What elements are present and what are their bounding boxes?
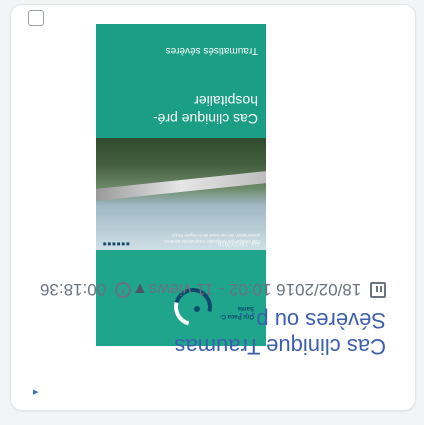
thumbnail-photo: Cas clinique pre hospitalier traumatisés… [96,138,266,250]
calendar-icon [370,282,386,298]
video-meta: 18/02/2016 10:02 - 11 views ▾ 00:18:36 [26,279,386,299]
thumbnail-title: Cas clinique pré-hospitalier [152,93,258,127]
rotated-content: Oru Paca C-Sante Cas clinique pre hospit… [0,0,424,425]
clock-icon [114,282,131,298]
video-title-line2[interactable]: Sévères ou p... [26,307,386,333]
duration: 00:18:36 [39,280,107,299]
road-shape [96,171,266,201]
publish-date-views: 18/02/2016 10:02 - 11 views [148,280,362,299]
thumbnail-date: Avr. 19/02/2016 [218,240,260,246]
tag-icon: ▾ [135,280,145,299]
video-title[interactable]: Cas clinique Traumas [26,333,386,359]
thumbnail-dots: ■■■■■■ [102,240,130,246]
thumbnail-subtitle: Traumatisés sévères [165,45,258,56]
